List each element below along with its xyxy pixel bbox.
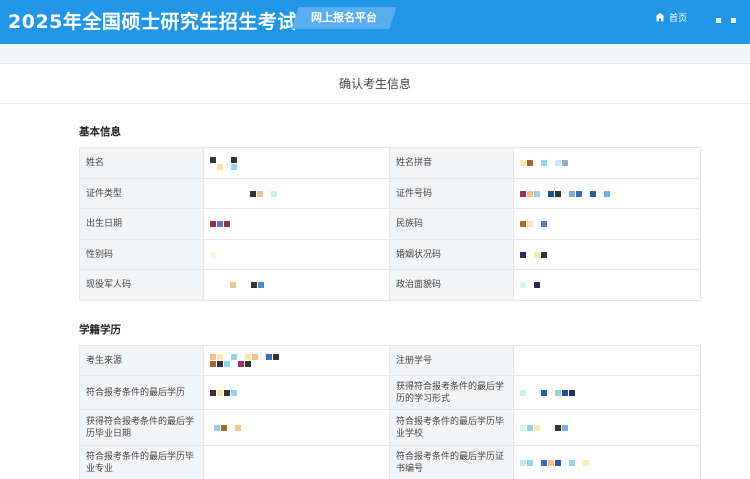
home-link[interactable]: 首页 xyxy=(655,10,687,24)
field-value xyxy=(513,208,701,240)
masked-value xyxy=(214,424,254,431)
field-label: 出生日期 xyxy=(79,208,204,240)
field-label: 姓名 xyxy=(79,147,204,179)
top-header: 2025年全国硕士研究生招生考试 网上报名平台 首页 xyxy=(0,0,750,44)
table-row: 姓名 姓名拼音 xyxy=(79,147,701,179)
field-label: 性别码 xyxy=(79,239,204,270)
masked-value xyxy=(520,424,590,431)
platform-badge: 网上报名平台 xyxy=(291,7,397,29)
masked-value xyxy=(210,354,280,367)
field-label: 现役军人码 xyxy=(79,269,204,301)
field-label: 符合报考条件的最后学历 xyxy=(79,375,204,410)
field-label: 获得符合报考条件的最后学历的学习形式 xyxy=(389,375,514,410)
home-icon xyxy=(655,12,665,22)
home-label: 首页 xyxy=(669,13,688,24)
masked-value xyxy=(210,251,230,258)
field-value xyxy=(513,239,701,270)
field-value xyxy=(203,147,390,179)
field-label: 符合报考条件的最后学历毕业专业 xyxy=(79,445,204,479)
exam-title: 2025年全国硕士研究生招生考试 xyxy=(8,11,297,33)
field-label: 符合报考条件的最后学历证书编号 xyxy=(389,445,514,479)
field-value xyxy=(203,269,390,301)
basic-info-table: 姓名 姓名拼音 证件类型 证件号码 出生日期 民族码 性别码 婚姻状况码 现役军… xyxy=(79,147,701,301)
section-title-basic: 基本信息 xyxy=(79,126,121,138)
field-value xyxy=(203,375,390,410)
field-value xyxy=(513,147,701,179)
table-row: 现役军人码 政治面貌码 xyxy=(79,269,701,301)
table-row: 证件类型 证件号码 xyxy=(79,178,701,209)
menu-square xyxy=(716,18,721,23)
field-value xyxy=(513,269,701,301)
masked-value xyxy=(520,190,620,197)
field-value xyxy=(513,445,701,479)
field-label: 证件号码 xyxy=(389,178,514,209)
field-label: 注册学号 xyxy=(389,345,514,376)
field-label: 符合报考条件的最后学历毕业学校 xyxy=(389,409,514,446)
field-value xyxy=(513,409,701,446)
field-label: 获得符合报考条件的最后学历毕业日期 xyxy=(79,409,204,446)
table-row: 符合报考条件的最后学历 获得符合报考条件的最后学历的学习形式 xyxy=(79,375,701,410)
table-row: 性别码 婚姻状况码 xyxy=(79,239,701,270)
masked-value xyxy=(520,251,556,258)
field-value xyxy=(203,239,390,270)
masked-value xyxy=(210,221,234,227)
field-label: 考生来源 xyxy=(79,345,204,376)
field-value xyxy=(203,208,390,240)
masked-value xyxy=(210,389,246,396)
masked-value xyxy=(520,389,600,396)
table-row: 获得符合报考条件的最后学历毕业日期 符合报考条件的最后学历毕业学校 xyxy=(79,409,701,446)
table-row: 符合报考条件的最后学历毕业专业 符合报考条件的最后学历证书编号 xyxy=(79,445,701,479)
table-row: 考生来源 注册学号 xyxy=(79,345,701,376)
masked-value xyxy=(210,156,240,170)
platform-badge-label: 网上报名平台 xyxy=(311,11,377,24)
field-value xyxy=(203,345,390,376)
masked-value xyxy=(520,221,556,227)
field-value xyxy=(513,375,701,410)
field-label: 婚姻状况码 xyxy=(389,239,514,270)
masked-value xyxy=(520,160,580,166)
menu-squares-icon[interactable] xyxy=(716,18,736,23)
field-value xyxy=(203,178,390,209)
field-label: 民族码 xyxy=(389,208,514,240)
field-value xyxy=(513,345,701,376)
field-value xyxy=(203,409,390,446)
field-label: 政治面貌码 xyxy=(389,269,514,301)
page-title: 确认考生信息 xyxy=(0,64,750,104)
masked-value xyxy=(250,190,290,197)
field-value xyxy=(203,445,390,479)
table-row: 出生日期 民族码 xyxy=(79,208,701,240)
masked-value xyxy=(520,282,548,288)
section-title-education: 学籍学历 xyxy=(79,324,121,336)
menu-square xyxy=(731,18,736,23)
masked-value xyxy=(230,282,270,288)
masked-value xyxy=(520,459,620,466)
field-label: 证件类型 xyxy=(79,178,204,209)
field-value xyxy=(513,178,701,209)
education-table: 考生来源 注册学号 符合报考条件的最后学历 获得符合报考条件的最后学历的学习形式 xyxy=(79,345,701,479)
field-label: 姓名拼音 xyxy=(389,147,514,179)
